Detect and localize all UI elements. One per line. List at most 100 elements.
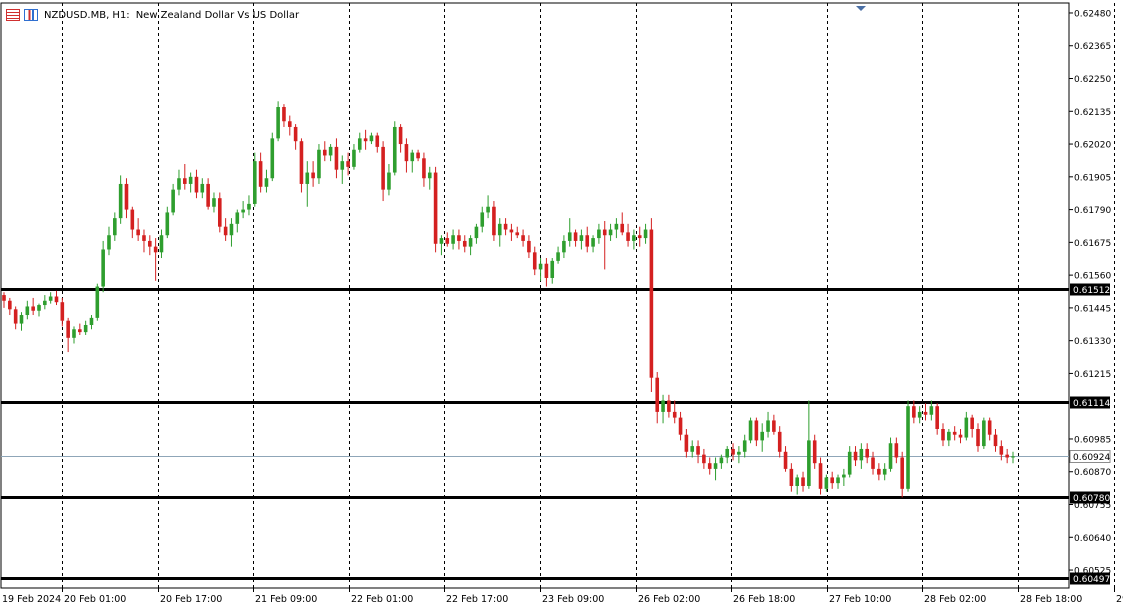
candle-body [492,206,496,236]
chart-shift-marker[interactable] [856,6,866,11]
candle-body [422,158,426,179]
candle-body [451,235,455,244]
candle-body [515,232,520,236]
candle-body [661,400,665,412]
candle-body [900,457,904,489]
candle-body [789,468,794,486]
candle-body [836,477,840,484]
y-tick-label: 0.62020 [1074,141,1111,151]
candle-body [293,126,298,142]
price-axis[interactable]: 0.62480 0.62365 0.62250 0.62135 0.62020 0.619… [1069,9,1111,585]
y-tick-label: 0.60870 [1074,468,1111,478]
y-tick-label: 0.61215 [1074,370,1111,380]
candle-body [299,141,304,184]
candle-body [637,235,642,239]
candle-body [585,235,590,247]
time-axis[interactable]: 19 Feb 2024 20 Feb 01:00 20 Feb 17:00 21 Fe… [2,588,1123,605]
candle-body [287,121,292,127]
candle-body [165,212,170,236]
candle-body [433,172,438,244]
candle-body [177,178,181,190]
symbol-description: New Zealand Dollar Vs US Dollar [135,9,300,21]
x-tick-label: 28 Feb 18:00 [1020,594,1082,605]
candle-body [381,146,385,190]
candle-body [410,152,415,162]
candle-body [917,411,922,418]
candle-body [317,149,321,179]
candlestick-chart[interactable]: 0.62480 0.62365 0.62250 0.62135 0.62020 0.619… [0,0,1123,608]
x-tick-label: 22 Feb 17:00 [446,594,508,605]
candle-body [538,263,543,270]
candle-body [89,317,94,325]
candle-body [392,126,397,173]
y-tick-label: 0.60985 [1074,435,1111,445]
candle-body [25,306,30,316]
y-tick-label: 0.62135 [1074,108,1111,118]
vertical-grid-lines [62,3,1115,588]
candles [2,101,1015,498]
candle-body [632,235,636,241]
candle-body [48,296,53,301]
candle-body [696,446,700,455]
candle-body [737,451,741,455]
candle-body [328,146,333,156]
candle-body [684,434,689,452]
candle-body [667,400,671,412]
candle-body [200,183,205,193]
candle-body [906,406,910,489]
candle-body [497,223,502,236]
candle-body [1011,456,1015,458]
candle-body [118,183,123,219]
candle-body [457,235,461,241]
candle-body [801,477,805,486]
candle-body [725,448,730,458]
candle-body [474,226,479,239]
level-price-label: 0.60497 [1073,575,1110,585]
y-tick-label: 0.61675 [1074,239,1111,249]
list-menu-icon[interactable] [6,9,20,21]
candle-body [223,226,228,236]
y-tick-label: 0.61560 [1074,272,1111,282]
candle-body [113,218,117,236]
candle-body [812,440,817,464]
candle-body [527,240,531,253]
x-tick-label: 21 Feb 09:00 [255,594,317,605]
chart-type-icon[interactable] [24,9,38,21]
candle-body [865,448,869,458]
candle-body [311,172,315,179]
candle-body [2,295,6,301]
candle-body [544,263,549,278]
candle-body [235,212,240,224]
candle-body [66,320,70,338]
candle-body [503,223,508,230]
candle-body [136,229,140,236]
x-tick-label: 26 Feb 18:00 [733,594,795,605]
x-tick-label: 23 Feb 09:00 [542,594,604,605]
candle-body [252,161,257,204]
candle-body [976,428,980,447]
candle-body [690,446,695,452]
candle-body [987,420,992,435]
level-price-label: 0.61512 [1073,286,1110,296]
level-price-label: 0.61114 [1073,399,1110,409]
candle-body [375,135,380,147]
candle-body [894,443,899,458]
candle-body [1005,454,1009,458]
candle-body [37,305,41,311]
candle-body [882,468,887,475]
candle-body [357,138,362,150]
candle-body [217,198,222,227]
x-tick-label: 29 Feb 10:00 [1116,594,1123,605]
candle-body [567,232,572,241]
candle-body [964,417,969,438]
candle-body [159,235,164,253]
candle-body [941,428,945,441]
candle-body [643,229,648,239]
candle-body [427,172,432,179]
candle-body [83,324,88,333]
candle-body [404,144,409,162]
candle-body [649,229,654,378]
candle-body [707,463,712,469]
candle-body [655,377,660,412]
x-tick-label: 20 Feb 17:00 [160,594,222,605]
